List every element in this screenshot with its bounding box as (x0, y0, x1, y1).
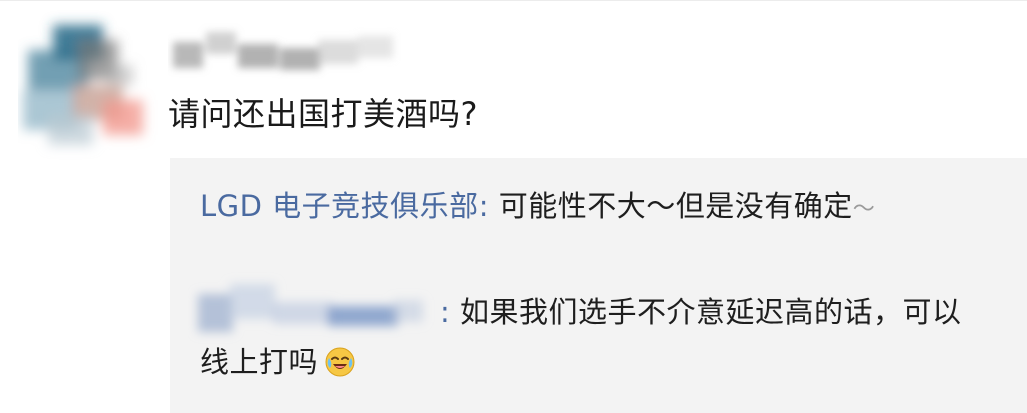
reply-separator: : (478, 189, 499, 223)
reply-tilde: ～ (852, 197, 876, 222)
comment-text: 请问还出国打美酒吗? (168, 95, 478, 133)
avatar[interactable] (18, 10, 143, 160)
comment-thread: 请问还出国打美酒吗? LGD 电子竞技俱乐部: 可能性不大～但是没有确定～: … (0, 0, 1027, 413)
reply-author-link[interactable]: LGD 电子竞技俱乐部 (200, 189, 479, 223)
reply-author-link[interactable] (198, 284, 440, 338)
divider (0, 0, 1027, 1)
reply-box[interactable]: LGD 电子竞技俱乐部: 可能性不大～但是没有确定～: 如果我们选手不介意延迟… (170, 158, 1027, 413)
username[interactable] (168, 22, 408, 82)
reply-item[interactable]: LGD 电子竞技俱乐部: 可能性不大～但是没有确定～ (200, 182, 980, 234)
reply-text: 可能性不大～但是没有确定 (498, 189, 853, 223)
reply-item[interactable]: : 如果我们选手不介意延迟高的话，可以线上打吗 (198, 284, 980, 386)
